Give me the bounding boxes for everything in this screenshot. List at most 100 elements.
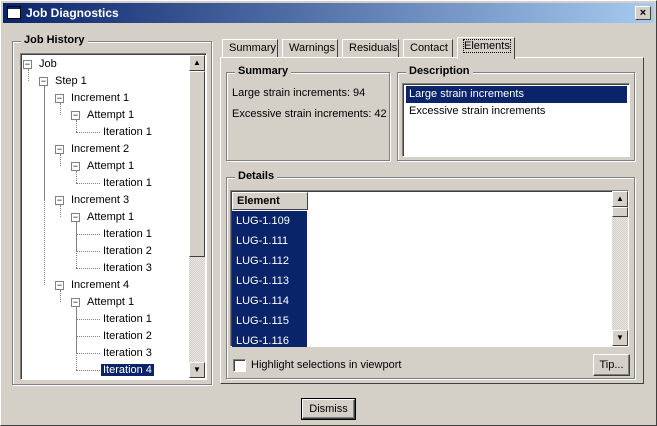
tree-node-label: Attempt 1 — [87, 296, 135, 308]
tree-node[interactable]: Attempt 1 — [85, 158, 136, 175]
description-item-large-strain[interactable]: Large strain increments — [406, 86, 627, 103]
details-scroll-down-button[interactable]: ▼ — [612, 330, 628, 346]
tab-label: Contact — [410, 42, 448, 54]
tab-elements[interactable]: Elements — [457, 37, 515, 59]
tree-connector — [60, 103, 61, 115]
tree-connector — [76, 370, 100, 371]
job-history-tree[interactable]: Job − Step 1− Increment 1− Attempt 1− Iterati… — [20, 53, 207, 380]
tree-collapse-icon[interactable]: − — [23, 60, 32, 69]
tree-connector — [76, 120, 77, 132]
table-row[interactable]: LUG-1.109 — [232, 211, 307, 231]
tree-node[interactable]: Job — [37, 56, 59, 73]
tree-node-label: Iteration 3 — [103, 347, 152, 359]
tree-node[interactable]: Iteration 1 — [101, 311, 154, 328]
large-strain-count: Large strain increments: 94 — [232, 87, 366, 99]
tree-node-label: Step 1 — [55, 75, 87, 87]
tree-node[interactable]: Iteration 1 — [101, 175, 154, 192]
tree-node-label: Iteration 2 — [103, 330, 152, 342]
tree-node-label: Job — [39, 58, 57, 70]
tree-node-label: Increment 2 — [71, 143, 130, 155]
tree-scrollbar[interactable]: ▲ ▼ — [189, 55, 205, 378]
description-list[interactable]: Large strain increments Excessive strain… — [402, 83, 630, 157]
tree-node[interactable]: Increment 3 — [69, 192, 131, 209]
summary-legend: Summary — [235, 65, 292, 77]
job-history-legend: Job History — [21, 34, 88, 46]
tree-node[interactable]: Attempt 1 — [85, 209, 136, 226]
table-row[interactable]: LUG-1.113 — [232, 271, 307, 291]
tree-node[interactable]: Iteration 2 — [101, 328, 154, 345]
tree-node[interactable]: Step 1 — [53, 73, 89, 90]
arrow-down-icon: ▼ — [193, 365, 201, 374]
description-item-excessive-strain[interactable]: Excessive strain increments — [406, 103, 548, 120]
tab-summary[interactable]: Summary — [222, 39, 278, 58]
tree-node[interactable]: Increment 4 — [69, 277, 131, 294]
arrow-up-icon: ▲ — [616, 194, 624, 203]
title-bar[interactable]: Job Diagnostics × — [3, 3, 654, 23]
close-button[interactable]: × — [635, 6, 651, 20]
details-scroll-up-button[interactable]: ▲ — [612, 191, 628, 207]
tree-node-label: Iteration 1 — [103, 228, 152, 240]
dismiss-button-label: Dismiss — [309, 403, 348, 415]
tree-connector — [76, 307, 77, 370]
tree-node-label: Increment 4 — [71, 279, 130, 291]
tip-button[interactable]: Tip... — [593, 354, 630, 376]
tree-node[interactable]: Attempt 1 — [85, 294, 136, 311]
tree-node[interactable]: Iteration 4 — [100, 362, 155, 379]
tree-connector — [60, 154, 61, 166]
tree-node-label: Increment 3 — [71, 194, 130, 206]
tree-connector — [76, 183, 100, 184]
tree-node-label: Iteration 1 — [103, 126, 152, 138]
tree-scroll-up-button[interactable]: ▲ — [189, 55, 205, 71]
details-scroll-thumb[interactable] — [612, 207, 628, 217]
highlight-selections-label[interactable]: Highlight selections in viewport — [251, 359, 401, 371]
tab-contact[interactable]: Contact — [403, 39, 453, 58]
tree-connector — [76, 268, 100, 269]
highlight-selections-checkbox[interactable] — [233, 359, 246, 372]
tree-node[interactable]: Iteration 1 — [101, 226, 154, 243]
tree-collapse-icon[interactable]: − — [55, 281, 64, 290]
window-app-icon — [7, 6, 21, 19]
tree-collapse-icon[interactable]: − — [55, 94, 64, 103]
tab-label: Summary — [229, 42, 277, 54]
tree-connector — [76, 319, 100, 320]
tree-collapse-icon[interactable]: − — [71, 213, 80, 222]
tree-node[interactable]: Iteration 3 — [101, 260, 154, 277]
tree-node[interactable]: Iteration 3 — [101, 345, 154, 362]
details-scrollbar[interactable]: ▲ ▼ — [612, 191, 628, 346]
tab-residuals[interactable]: Residuals — [342, 39, 399, 58]
description-item-label: Large strain increments — [409, 88, 524, 100]
arrow-down-icon: ▼ — [616, 333, 624, 342]
tree-node-label: Iteration 4 — [100, 363, 155, 377]
tree-node[interactable]: Increment 2 — [69, 141, 131, 158]
tree-connector — [28, 69, 29, 81]
table-row[interactable]: LUG-1.116 — [232, 331, 307, 347]
tree-collapse-icon[interactable]: − — [71, 162, 80, 171]
table-row[interactable]: LUG-1.111 — [232, 231, 307, 251]
tree-scroll-thumb[interactable] — [189, 71, 205, 257]
tree-collapse-icon[interactable]: − — [55, 196, 64, 205]
table-row[interactable]: LUG-1.115 — [232, 311, 307, 331]
close-icon: × — [639, 7, 647, 19]
tree-connector — [76, 171, 77, 183]
tree-collapse-icon[interactable]: − — [71, 298, 80, 307]
tree-node[interactable]: Iteration 2 — [101, 243, 154, 260]
details-legend: Details — [235, 170, 278, 182]
dismiss-button[interactable]: Dismiss — [301, 398, 356, 420]
tab-warnings[interactable]: Warnings — [282, 39, 338, 58]
tree-collapse-icon[interactable]: − — [39, 77, 48, 86]
tree-node-label: Iteration 1 — [103, 313, 152, 325]
tree-node[interactable]: Iteration 1 — [101, 124, 154, 141]
job-diagnostics-dialog: Job Diagnostics × Job History Job − Step 1… — [0, 0, 657, 426]
tree-node[interactable]: Attempt 1 — [85, 107, 136, 124]
tree-node[interactable]: Increment 1 — [69, 90, 131, 107]
table-row[interactable]: LUG-1.114 — [232, 291, 307, 311]
tree-collapse-icon[interactable]: − — [71, 111, 80, 120]
tree-collapse-icon[interactable]: − — [55, 145, 64, 154]
tree-scroll-down-button[interactable]: ▼ — [189, 362, 205, 378]
tree-connector — [44, 86, 45, 285]
tree-connector — [76, 234, 100, 235]
tab-label: Elements — [463, 39, 511, 53]
arrow-up-icon: ▲ — [193, 58, 201, 67]
table-row[interactable]: LUG-1.112 — [232, 251, 307, 271]
element-column-header[interactable]: Element — [232, 192, 308, 210]
